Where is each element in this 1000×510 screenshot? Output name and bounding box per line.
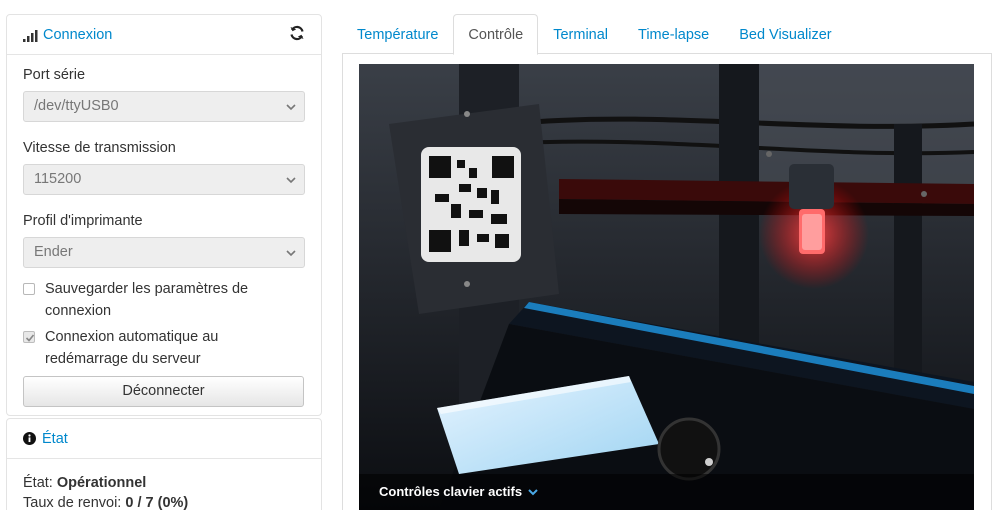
baudrate-value: 115200 (34, 171, 82, 187)
tab-terminal[interactable]: Terminal (538, 14, 623, 54)
webcam-image (359, 64, 974, 510)
signal-icon (23, 28, 39, 42)
keyboard-controls-label: Contrôles clavier actifs (379, 484, 523, 499)
state-line: État: Opérationnel (23, 473, 305, 493)
tab-bed-visualizer[interactable]: Bed Visualizer (724, 14, 846, 54)
state-value: Opérationnel (56, 475, 147, 491)
check-icon (25, 334, 35, 342)
chevron-down-icon (286, 177, 296, 184)
state-title[interactable]: État (42, 431, 68, 447)
printer-profile-value: Ender (34, 244, 73, 260)
sidebar: Connexion Port série /dev/ttyUSB0 Vitess… (6, 14, 322, 510)
save-settings-label: Sauvegarder les paramètres de connexion (45, 281, 249, 319)
info-icon (23, 432, 36, 445)
state-panel: État État: Opérationnel Taux de renvoi: … (6, 418, 322, 510)
resend-line: Taux de renvoi: 0 / 7 (0%) (23, 493, 305, 510)
disconnect-button[interactable]: Déconnecter (23, 376, 304, 407)
keyboard-controls-bar[interactable]: Contrôles clavier actifs (359, 474, 974, 510)
state-label: État: (23, 475, 53, 491)
resend-value: 0 / 7 (0%) (125, 495, 189, 510)
refresh-icon[interactable] (289, 25, 305, 45)
serial-port-value: /dev/ttyUSB0 (34, 98, 119, 114)
webcam-stream[interactable]: Contrôles clavier actifs (359, 64, 974, 510)
resend-label: Taux de renvoi: (23, 495, 122, 510)
printer-profile-label: Profil d'imprimante (23, 213, 143, 229)
tab-control[interactable]: Contrôle (453, 14, 539, 55)
serial-port-label: Port série (23, 67, 86, 83)
baudrate-label: Vitesse de transmission (23, 140, 176, 156)
tab-temperature[interactable]: Température (342, 14, 453, 54)
state-panel-header[interactable]: État (7, 419, 321, 459)
tab-timelapse[interactable]: Time-lapse (623, 14, 724, 54)
baudrate-select[interactable]: 115200 (23, 164, 305, 195)
chevron-down-icon (528, 489, 538, 496)
autoconnect-option: Connexion automatique au redémarrage du … (23, 326, 305, 370)
serial-port-select[interactable]: /dev/ttyUSB0 (23, 91, 305, 122)
save-settings-checkbox[interactable] (23, 283, 35, 295)
save-settings-option: Sauvegarder les paramètres de connexion (23, 278, 305, 322)
chevron-down-icon (286, 104, 296, 111)
chevron-down-icon (286, 250, 296, 257)
connection-panel-header[interactable]: Connexion (7, 15, 321, 55)
autoconnect-label: Connexion automatique au redémarrage du … (45, 329, 219, 367)
connection-title[interactable]: Connexion (43, 27, 112, 43)
main-tabs: Température Contrôle Terminal Time-lapse… (342, 14, 992, 55)
printer-profile-select[interactable]: Ender (23, 237, 305, 268)
connection-panel: Connexion Port série /dev/ttyUSB0 Vitess… (6, 14, 322, 416)
autoconnect-checkbox[interactable] (23, 331, 35, 343)
